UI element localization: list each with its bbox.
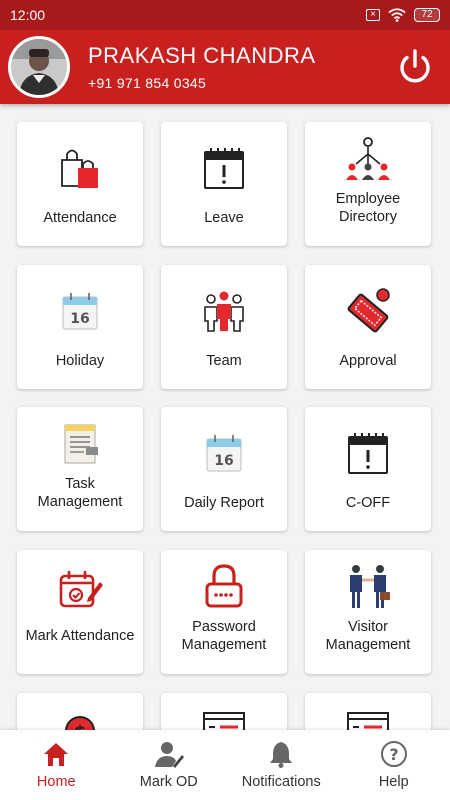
avatar[interactable] — [8, 36, 70, 98]
bell-icon — [270, 742, 293, 768]
list-document-icon — [347, 712, 389, 730]
nav-label: Help — [378, 774, 409, 790]
tile-label: Approval — [339, 353, 397, 369]
tile-task-management[interactable]: Task Management — [17, 407, 143, 531]
tile-team[interactable]: Team — [161, 265, 287, 389]
shopping-bags-icon — [61, 149, 98, 188]
tile-c-off[interactable]: C-OFF — [305, 407, 431, 531]
status-bar: 12:00 × 72 — [0, 0, 450, 30]
bottom-nav: Home Mark OD Notifications ? Help — [0, 730, 450, 800]
home-icon — [44, 743, 69, 766]
padlock-icon — [205, 564, 243, 608]
tile-label: Team — [206, 353, 242, 369]
team-icon — [204, 291, 244, 332]
tile-label: Holiday — [55, 353, 105, 369]
tile-password-management[interactable]: Password Management — [161, 550, 287, 674]
profile-header: PRAKASH CHANDRA +91 971 854 0345 — [0, 30, 450, 104]
user-info: PRAKASH CHANDRA +91 971 854 0345 — [88, 43, 316, 91]
user-edit-icon — [154, 742, 184, 768]
menu-grid: Attendance Leave Employee Directory 16 H… — [0, 104, 450, 730]
handshake-icon — [350, 565, 390, 608]
svg-text:$: $ — [74, 722, 87, 730]
dollar-icon: $ — [65, 716, 95, 730]
tile-label: Attendance — [43, 210, 117, 226]
tile-attendance[interactable]: Attendance — [17, 122, 143, 246]
battery-indicator: 72 — [414, 8, 440, 22]
calendar-alert-icon — [204, 148, 244, 189]
tile-label: Password Management — [181, 619, 267, 653]
tile-leave[interactable]: Leave — [161, 122, 287, 246]
tile-employee-directory[interactable]: Employee Directory — [305, 122, 431, 246]
calendar-edit-icon — [59, 571, 103, 608]
nav-label: Notifications — [241, 774, 321, 790]
tile-label: Task Management — [37, 476, 123, 510]
svg-text:?: ? — [389, 745, 398, 764]
nav-mark-od[interactable]: Mark OD — [113, 730, 226, 800]
tile-label: Mark Attendance — [25, 628, 135, 644]
task-notepad-icon — [64, 424, 98, 464]
status-time: 12:00 — [10, 7, 46, 23]
tile-report-list[interactable] — [161, 693, 287, 730]
logout-power-icon[interactable] — [396, 48, 434, 86]
user-phone: +91 971 854 0345 — [88, 75, 207, 91]
nav-label: Mark OD — [139, 774, 198, 790]
approval-stamp-icon — [347, 288, 390, 333]
tile-document-list[interactable] — [305, 693, 431, 730]
tile-payroll[interactable]: $ — [17, 693, 143, 730]
calendar-alert-icon — [348, 433, 388, 474]
calendar-16-icon: 16 — [62, 293, 98, 330]
tile-mark-attendance[interactable]: Mark Attendance — [17, 550, 143, 674]
nav-home[interactable]: Home — [0, 730, 113, 800]
status-icons: × 72 — [366, 8, 440, 22]
tile-label: C-OFF — [345, 495, 391, 511]
tile-holiday[interactable]: 16 Holiday — [17, 265, 143, 389]
calendar-16-icon: 16 — [206, 435, 242, 472]
org-chart-icon — [346, 137, 390, 180]
nav-notifications[interactable]: Notifications — [225, 730, 338, 800]
tile-daily-report[interactable]: 16 Daily Report — [161, 407, 287, 531]
user-name: PRAKASH CHANDRA — [88, 43, 316, 68]
help-icon: ? — [380, 741, 407, 767]
tile-label: Visitor Management — [325, 619, 411, 653]
svg-text:16: 16 — [70, 311, 89, 327]
wifi-icon — [388, 8, 406, 22]
nav-help[interactable]: ? Help — [338, 730, 450, 800]
svg-text:16: 16 — [214, 453, 233, 469]
tile-approval[interactable]: Approval — [305, 265, 431, 389]
tile-visitor-management[interactable]: Visitor Management — [305, 550, 431, 674]
tile-label: Daily Report — [184, 495, 264, 511]
tile-label: Employee Directory — [335, 191, 401, 225]
nav-label: Home — [36, 774, 76, 790]
list-document-icon — [203, 712, 245, 730]
sim-off-icon: × — [366, 9, 380, 21]
tile-label: Leave — [204, 210, 244, 226]
